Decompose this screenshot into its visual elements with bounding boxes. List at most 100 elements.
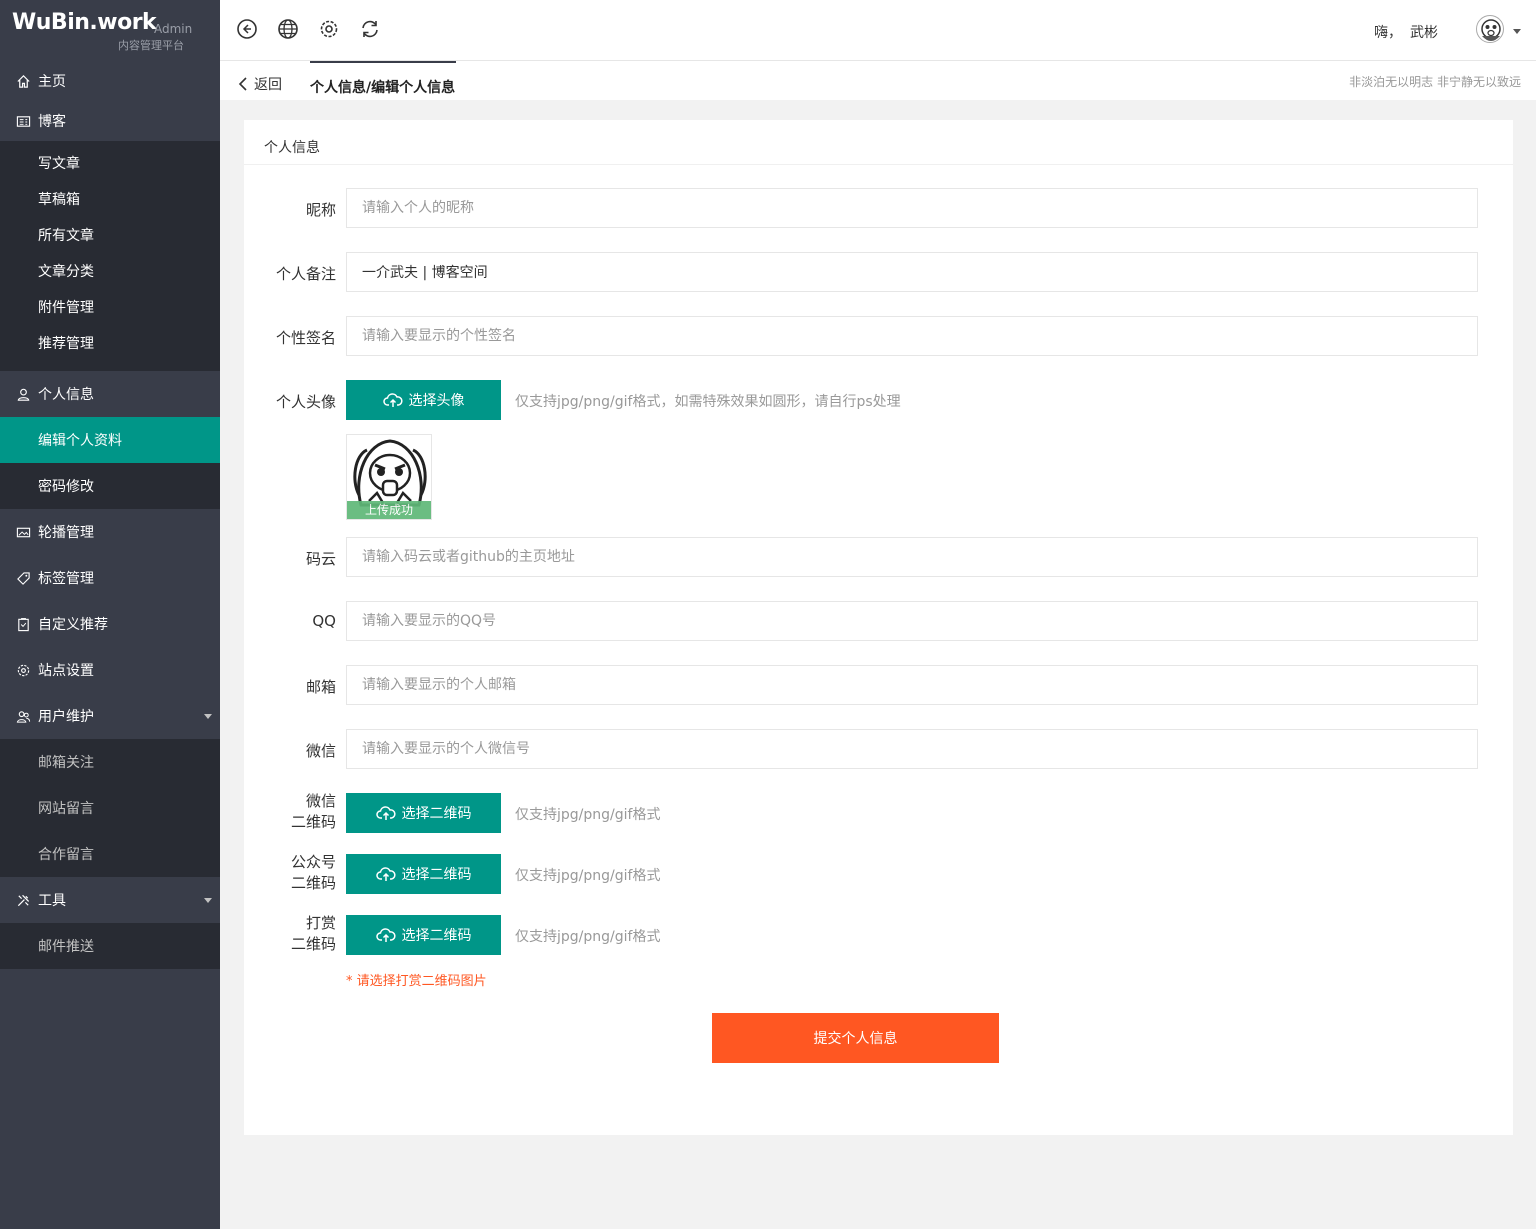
nav-profile[interactable]: 个人信息 <box>0 371 220 417</box>
sub-categories[interactable]: 文章分类 <box>0 253 220 289</box>
submit-profile-button[interactable]: 提交个人信息 <box>712 1013 999 1063</box>
logo-subtitle: 内容管理平台 <box>118 39 184 52</box>
users-submenu: 邮箱关注 网站留言 合作留言 <box>0 739 220 877</box>
logo-badge: Admin <box>154 22 193 36</box>
blog-submenu: 写文章 草稿箱 所有文章 文章分类 附件管理 推荐管理 <box>0 141 220 371</box>
back-link[interactable]: 返回 <box>238 74 282 94</box>
choose-wechat-qr-button[interactable]: 选择二维码 <box>346 793 501 833</box>
choose-mp-qr-button[interactable]: 选择二维码 <box>346 854 501 894</box>
sub-drafts[interactable]: 草稿箱 <box>0 181 220 217</box>
nav-users[interactable]: 用户维护 <box>0 693 220 739</box>
avatar-label: 个人头像 <box>275 393 336 411</box>
remark-input[interactable] <box>346 252 1478 292</box>
reward-qr-error: * 请选择打赏二维码图片 <box>346 974 487 989</box>
clipboard-icon <box>15 616 31 632</box>
nav-tools[interactable]: 工具 <box>0 877 220 923</box>
wechat-qr-label: 微信 二维码 <box>244 791 336 833</box>
sub-site-messages[interactable]: 网站留言 <box>0 785 220 831</box>
globe-icon[interactable] <box>277 18 299 40</box>
sub-attachments[interactable]: 附件管理 <box>0 289 220 325</box>
gitee-label: 码云 <box>305 550 336 568</box>
users-icon <box>15 708 31 724</box>
nav-carousel[interactable]: 轮播管理 <box>0 509 220 555</box>
gear-icon[interactable] <box>318 18 340 40</box>
sub-mail-push[interactable]: 邮件推送 <box>0 923 220 969</box>
email-input[interactable] <box>346 665 1478 705</box>
sub-cooperation-messages[interactable]: 合作留言 <box>0 831 220 877</box>
cloud-upload-icon <box>375 806 395 820</box>
wechat-qr-label-line1: 微信 <box>305 792 336 810</box>
home-icon <box>15 73 31 89</box>
wechat-input[interactable] <box>346 729 1478 769</box>
motto-text: 非淡泊无以明志 非宁静无以致远 <box>1349 75 1521 89</box>
image-icon <box>15 524 31 540</box>
choose-reward-qr-button[interactable]: 选择二维码 <box>346 915 501 955</box>
sidebar: WuBin.work Admin 内容管理平台 主页 博客 写文章 草稿箱 所有… <box>0 0 220 1229</box>
mp-qr-label-line2: 二维码 <box>290 874 336 892</box>
nav-home[interactable]: 主页 <box>0 61 220 101</box>
sub-email-subscribers[interactable]: 邮箱关注 <box>0 739 220 785</box>
nav-tools-label: 工具 <box>38 893 66 909</box>
greeting-text: 嗨， <box>1374 25 1402 41</box>
profile-card: 个人信息 昵称 个人备注 个性签名 个人头像 选择头像 仅支持jpg/png/g… <box>244 120 1513 1135</box>
nav-tags[interactable]: 标签管理 <box>0 555 220 601</box>
cloud-upload-icon <box>375 867 395 881</box>
reward-qr-hint: 仅支持jpg/png/gif格式 <box>515 929 661 945</box>
page-title: 个人信息/编辑个人信息 <box>310 61 456 100</box>
signature-input[interactable] <box>346 316 1478 356</box>
article-icon <box>15 113 31 129</box>
qq-input[interactable] <box>346 601 1478 641</box>
avatar-preview: 上传成功 <box>346 434 432 520</box>
sub-recommend[interactable]: 推荐管理 <box>0 325 220 361</box>
choose-avatar-button[interactable]: 选择头像 <box>346 380 501 420</box>
choose-mp-qr-label: 选择二维码 <box>401 867 472 883</box>
breadcrumb: 返回 个人信息/编辑个人信息 非淡泊无以明志 非宁静无以致远 <box>220 61 1536 100</box>
side-nav: 主页 博客 写文章 草稿箱 所有文章 文章分类 附件管理 推荐管理 个人信息 编… <box>0 61 220 969</box>
nav-blog-label: 博客 <box>38 114 66 130</box>
chevron-down-icon <box>204 714 212 719</box>
chevron-down-icon <box>204 898 212 903</box>
reward-qr-label: 打赏 二维码 <box>244 913 336 955</box>
nav-blog[interactable]: 博客 <box>0 101 220 141</box>
settings-icon <box>15 662 31 678</box>
remark-label: 个人备注 <box>275 265 336 283</box>
sub-edit-profile[interactable]: 编辑个人资料 <box>0 417 220 463</box>
wechat-qr-hint: 仅支持jpg/png/gif格式 <box>515 807 661 823</box>
choose-reward-qr-label: 选择二维码 <box>401 928 472 944</box>
logo[interactable]: WuBin.work Admin 内容管理平台 <box>0 0 220 61</box>
profile-submenu: 编辑个人资料 密码修改 <box>0 417 220 509</box>
mp-qr-label: 公众号 二维码 <box>244 852 336 894</box>
wechat-label: 微信 <box>305 742 336 760</box>
nav-carousel-label: 轮播管理 <box>38 525 94 541</box>
reward-qr-label-line2: 二维码 <box>290 935 336 953</box>
nav-custom-recommend[interactable]: 自定义推荐 <box>0 601 220 647</box>
username: 武彬 <box>1410 25 1438 41</box>
sub-all-articles[interactable]: 所有文章 <box>0 217 220 253</box>
user-icon <box>15 386 31 402</box>
back-arrow-icon[interactable] <box>236 18 258 40</box>
nickname-input[interactable] <box>346 188 1478 228</box>
sub-write-article[interactable]: 写文章 <box>0 145 220 181</box>
sub-change-password[interactable]: 密码修改 <box>0 463 220 509</box>
refresh-icon[interactable] <box>359 18 381 40</box>
choose-avatar-label: 选择头像 <box>408 393 465 409</box>
nickname-label: 昵称 <box>305 201 336 219</box>
tools-submenu: 邮件推送 <box>0 923 220 969</box>
avatar[interactable] <box>1476 15 1504 43</box>
card-title: 个人信息 <box>244 120 1513 165</box>
nav-site-settings[interactable]: 站点设置 <box>0 647 220 693</box>
qq-label: QQ <box>312 612 336 630</box>
nav-site-label: 站点设置 <box>38 663 94 679</box>
signature-label: 个性签名 <box>275 329 336 347</box>
tools-icon <box>15 892 31 908</box>
back-label: 返回 <box>254 77 282 93</box>
mp-qr-hint: 仅支持jpg/png/gif格式 <box>515 868 661 884</box>
nav-profile-label: 个人信息 <box>38 387 94 403</box>
nav-home-label: 主页 <box>38 74 66 90</box>
wechat-qr-label-line2: 二维码 <box>290 813 336 831</box>
top-header: 嗨， 武彬 <box>220 0 1536 61</box>
mp-qr-label-line1: 公众号 <box>290 853 336 871</box>
user-greeting[interactable]: 嗨， 武彬 <box>1374 22 1438 42</box>
chevron-down-icon[interactable] <box>1513 29 1521 34</box>
gitee-input[interactable] <box>346 537 1478 577</box>
